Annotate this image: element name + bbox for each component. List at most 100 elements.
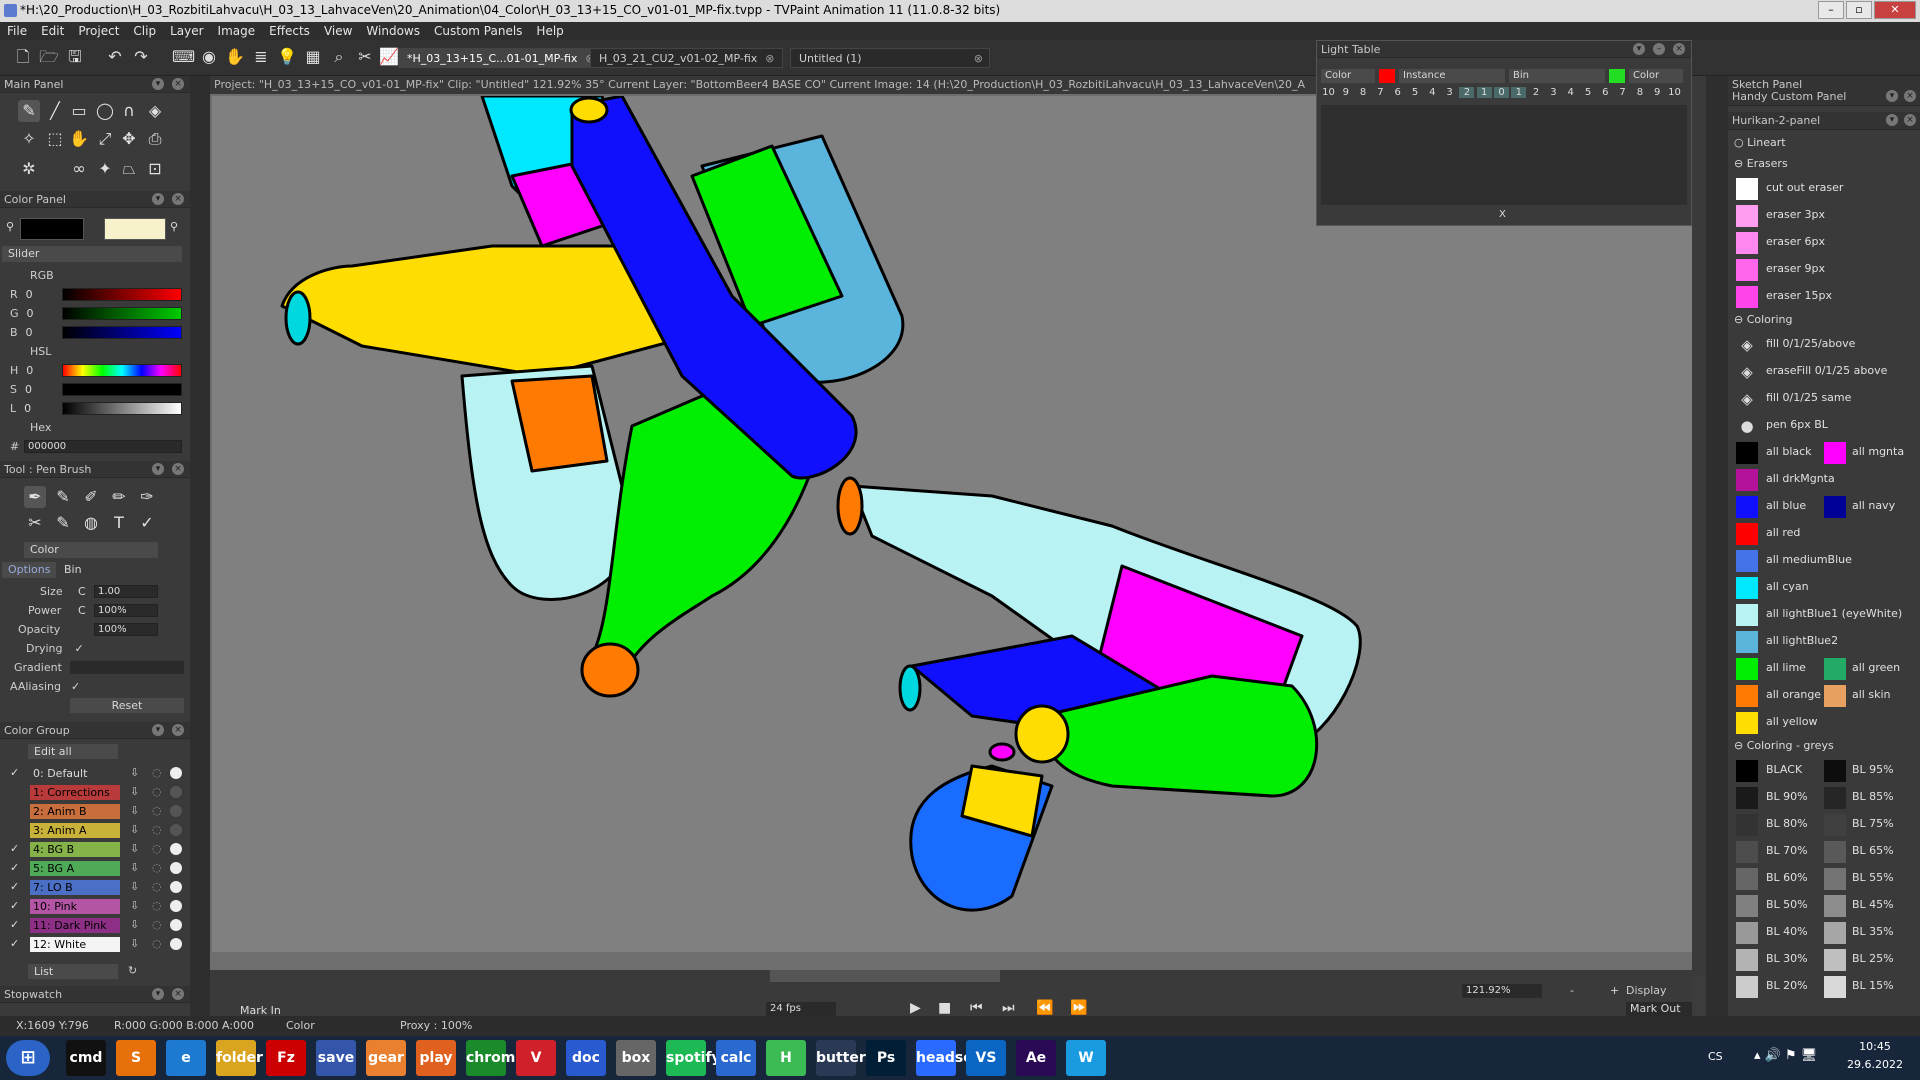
- lock-icon[interactable]: ◌: [152, 880, 162, 893]
- brush-2-icon[interactable]: ✎: [52, 486, 74, 508]
- rectangle-tool-icon[interactable]: ▭: [68, 100, 90, 122]
- tab-bin[interactable]: Bin: [60, 562, 100, 578]
- tool-mode-dropdown[interactable]: Color: [24, 542, 158, 558]
- custom-panel-item[interactable]: all lightBlue1 (eyeWhite): [1734, 602, 1914, 626]
- taskbar-app-icon[interactable]: Ae: [1016, 1040, 1056, 1076]
- ink-drop-icon[interactable]: ◍: [80, 512, 102, 534]
- light-table-frame-number[interactable]: 7: [1373, 87, 1388, 98]
- light-table-red-swatch[interactable]: [1379, 69, 1395, 83]
- visibility-checkbox[interactable]: ✓: [10, 766, 19, 779]
- color-swatch[interactable]: [1736, 685, 1758, 707]
- r-slider[interactable]: [62, 288, 182, 301]
- taskbar-app-icon[interactable]: chrome: [466, 1040, 525, 1076]
- item-label[interactable]: all green: [1852, 661, 1900, 674]
- layers-icon[interactable]: ≣: [250, 46, 272, 68]
- color-swatch[interactable]: [1824, 976, 1846, 998]
- color-group-name[interactable]: 12: White: [30, 937, 120, 952]
- custom-panel-item[interactable]: eraser 6px: [1734, 230, 1914, 254]
- close-tab-icon[interactable]: ⊗: [974, 49, 983, 69]
- panel-close-icon[interactable]: ×: [172, 724, 184, 736]
- item-label[interactable]: all lime: [1766, 661, 1806, 674]
- item-label[interactable]: all lightBlue1 (eyeWhite): [1766, 607, 1902, 620]
- fill-tool-icon[interactable]: ◈: [144, 100, 166, 122]
- custom-panel-item[interactable]: all blue all navy: [1734, 494, 1914, 518]
- custom-panel-item[interactable]: eraser 9px: [1734, 257, 1914, 281]
- color-swatch[interactable]: [1824, 868, 1846, 890]
- maximize-button[interactable]: ▫: [1846, 1, 1872, 19]
- show-dot-icon[interactable]: [170, 919, 182, 931]
- magic-wand-icon[interactable]: ✧: [18, 128, 40, 150]
- lock-icon[interactable]: ◌: [152, 823, 162, 836]
- panel-minimize-icon[interactable]: –: [1653, 43, 1665, 55]
- brush-preset-icon[interactable]: ◈: [1736, 388, 1758, 410]
- color-swatch[interactable]: [1736, 949, 1758, 971]
- lock-icon[interactable]: ◌: [152, 766, 162, 779]
- panel-menu-icon[interactable]: ▾: [152, 193, 164, 205]
- color-swatch[interactable]: [1824, 658, 1846, 680]
- menu-windows[interactable]: Windows: [359, 22, 427, 40]
- lock-icon[interactable]: ◌: [152, 785, 162, 798]
- show-dot-icon[interactable]: [170, 786, 182, 798]
- taskbar-app-icon[interactable]: butterfly: [816, 1040, 885, 1076]
- eyedropper-icon[interactable]: ⚲: [6, 220, 18, 234]
- taskbar-app-icon[interactable]: H: [766, 1040, 806, 1076]
- move-tool-icon[interactable]: ✥: [118, 128, 140, 150]
- spray-tool-icon[interactable]: ✦: [94, 158, 116, 180]
- color-swatch[interactable]: [1736, 205, 1758, 227]
- custom-panel-item[interactable]: all yellow: [1734, 710, 1914, 734]
- item-label[interactable]: BL 70%: [1766, 844, 1808, 857]
- color-swatch[interactable]: [1736, 178, 1758, 200]
- visibility-checkbox[interactable]: ✓: [10, 937, 19, 950]
- lock-icon[interactable]: ◌: [152, 937, 162, 950]
- light-table-frame-number[interactable]: 2: [1459, 87, 1475, 98]
- color-swatch[interactable]: [1736, 604, 1758, 626]
- taskbar-app-icon[interactable]: S: [116, 1040, 156, 1076]
- light-table-frame-number[interactable]: 10: [1321, 87, 1336, 98]
- display-menu[interactable]: Display: [1626, 984, 1686, 998]
- aaliasing-checkbox[interactable]: ✓: [71, 680, 80, 693]
- custom-panel-item[interactable]: BLACK BL 95%: [1734, 758, 1914, 782]
- color-swatch[interactable]: [1736, 895, 1758, 917]
- color-swatch[interactable]: [1736, 232, 1758, 254]
- reset-button[interactable]: Reset: [70, 698, 184, 713]
- menu-view[interactable]: View: [317, 22, 359, 40]
- taskbar-app-icon[interactable]: folder: [216, 1040, 263, 1076]
- section-header[interactable]: ○ Lineart: [1734, 134, 1914, 152]
- freehand-tool-icon[interactable]: ✎: [18, 100, 40, 122]
- h-value[interactable]: 0: [26, 364, 33, 377]
- color-group-name[interactable]: 2: Anim B: [30, 804, 120, 819]
- tab-document-3[interactable]: Untitled (1) ⊗: [790, 48, 990, 68]
- next-frame-icon[interactable]: ⏩: [1070, 1000, 1087, 1016]
- item-label[interactable]: BL 35%: [1852, 925, 1894, 938]
- custom-panel-item[interactable]: BL 40% BL 35%: [1734, 920, 1914, 944]
- section-header[interactable]: ⊖ Coloring - greys: [1734, 737, 1914, 755]
- select-layers-icon[interactable]: ⇩: [130, 842, 139, 855]
- item-label[interactable]: BL 85%: [1852, 790, 1894, 803]
- taskbar-app-icon[interactable]: spotify: [666, 1040, 721, 1076]
- lock-icon[interactable]: ◌: [152, 861, 162, 874]
- zoom-input[interactable]: 121.92%: [1462, 984, 1542, 998]
- color-group-row[interactable]: 2: Anim B ⇩ ◌: [0, 802, 190, 821]
- text-tool-icon[interactable]: T: [108, 512, 130, 534]
- light-table-frame-number[interactable]: 1: [1476, 87, 1492, 98]
- light-table-frame-number[interactable]: 8: [1356, 87, 1371, 98]
- eyedropper-icon[interactable]: ⚲: [170, 220, 182, 234]
- select-layers-icon[interactable]: ⇩: [130, 880, 139, 893]
- color-swatch[interactable]: [1824, 814, 1846, 836]
- light-table-green-swatch[interactable]: [1609, 69, 1625, 83]
- item-label[interactable]: eraseFill 0/1/25 above: [1766, 364, 1887, 377]
- brush-3-icon[interactable]: ✐: [80, 486, 102, 508]
- save-icon[interactable]: 🖫: [64, 46, 86, 68]
- redo-icon[interactable]: ↷: [130, 46, 152, 68]
- clock-date[interactable]: 29.6.2022: [1840, 1058, 1910, 1071]
- item-label[interactable]: eraser 15px: [1766, 289, 1832, 302]
- collapse-icon[interactable]: ○: [1734, 136, 1747, 149]
- brush-5-icon[interactable]: ✑: [136, 486, 158, 508]
- tab-document-1[interactable]: *H_03_13+15_C...01-01_MP-fix⊗: [398, 48, 604, 68]
- color-group-row[interactable]: ✓ 12: White ⇩ ◌: [0, 935, 190, 954]
- menu-help[interactable]: Help: [529, 22, 570, 40]
- light-table-instance-dropdown[interactable]: Instance: [1399, 69, 1505, 83]
- s-slider[interactable]: [62, 383, 182, 396]
- menu-edit[interactable]: Edit: [34, 22, 71, 40]
- refresh-icon[interactable]: ↻: [128, 964, 137, 977]
